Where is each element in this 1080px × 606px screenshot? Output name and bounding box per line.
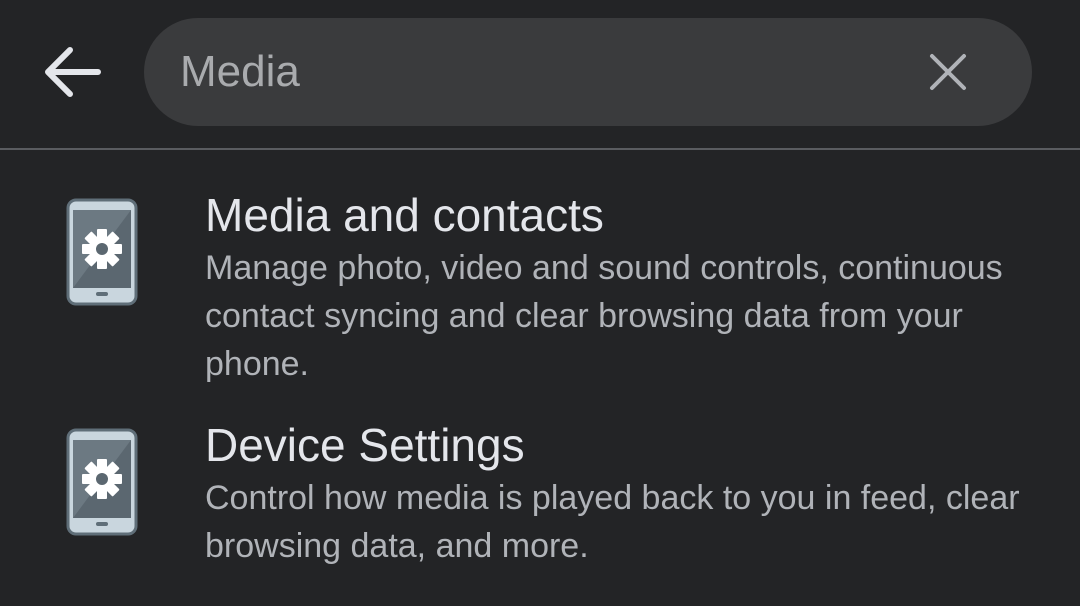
search-result-media-and-contacts[interactable]: Media and contacts Manage photo, video a… (0, 186, 1080, 386)
phone-settings-icon (66, 428, 138, 536)
search-header (0, 0, 1080, 148)
clear-search-button[interactable] (924, 48, 972, 96)
result-description: Control how media is played back to you … (205, 479, 1020, 565)
search-result-device-settings[interactable]: Device Settings Control how media is pla… (0, 416, 1080, 576)
search-input[interactable] (180, 18, 880, 126)
phone-settings-icon (66, 198, 138, 306)
result-title: Device Settings (205, 419, 525, 471)
header-divider (0, 148, 1080, 150)
back-button[interactable] (30, 36, 114, 108)
search-bar (144, 18, 1032, 126)
close-icon (930, 54, 966, 90)
search-screen: Media and contacts Manage photo, video a… (0, 0, 1080, 606)
result-text: Media and contacts Manage photo, video a… (205, 186, 1045, 388)
result-title: Media and contacts (205, 189, 604, 241)
result-description: Manage photo, video and sound controls, … (205, 249, 1003, 383)
arrow-left-icon (45, 47, 101, 97)
result-text: Device Settings Control how media is pla… (205, 416, 1045, 570)
